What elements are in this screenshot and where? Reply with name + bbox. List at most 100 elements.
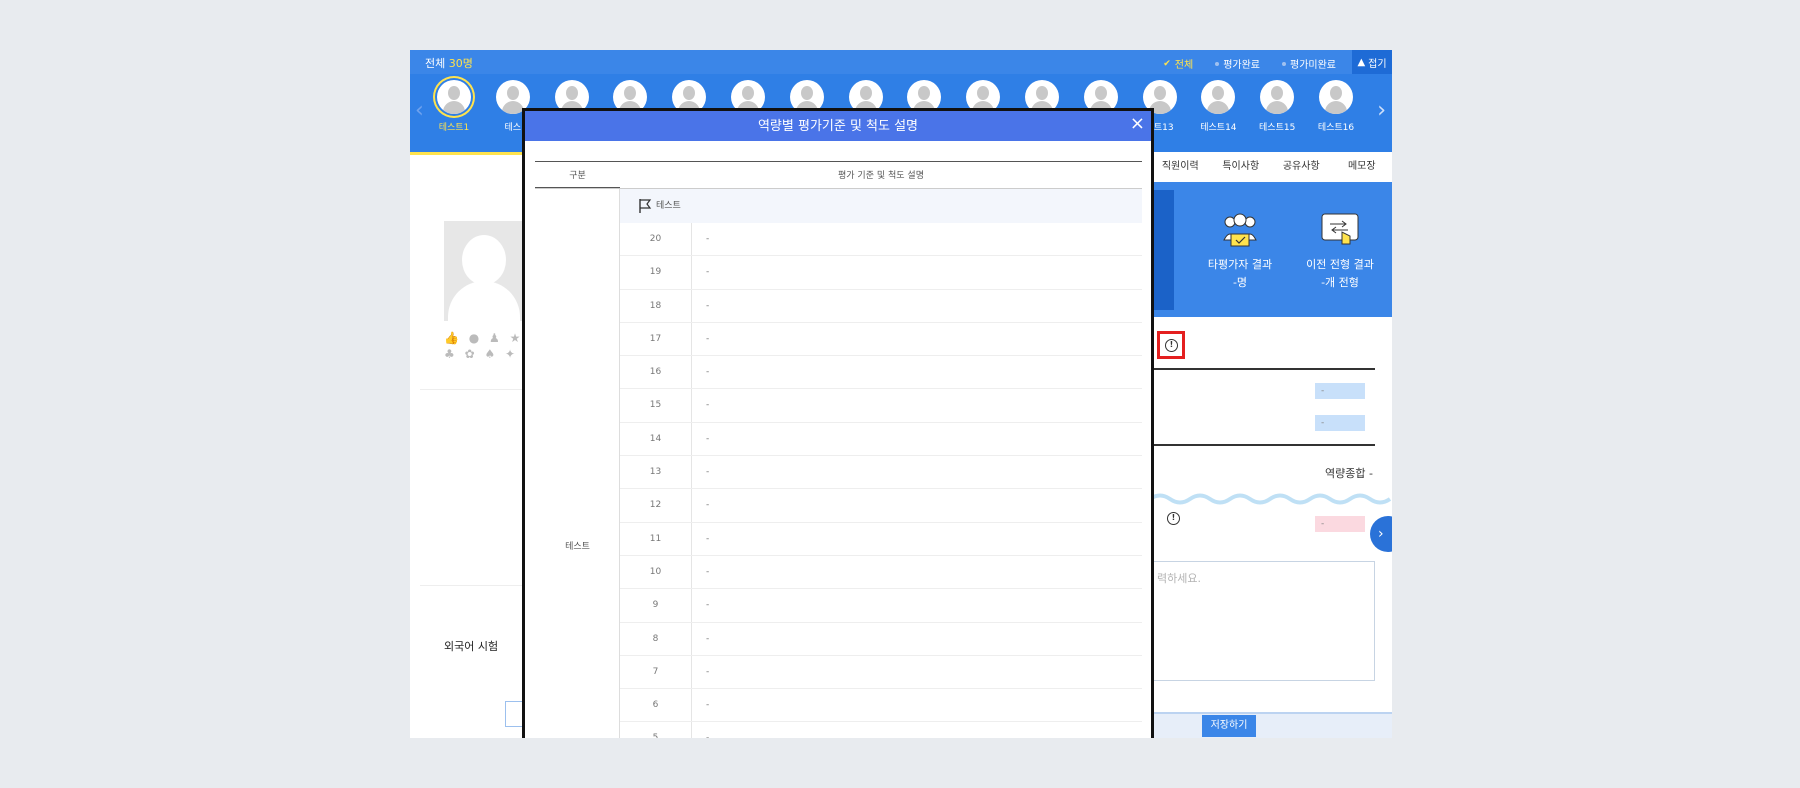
other-evaluator-card[interactable]: 타평가자 결과 -명 <box>1190 210 1290 292</box>
category-label: 테스트 <box>565 542 590 552</box>
score-box: - <box>1315 415 1365 431</box>
table-row: 15 - <box>620 389 1142 423</box>
wave-divider <box>1150 493 1392 505</box>
people-icon <box>1220 210 1260 250</box>
avatar <box>437 80 471 114</box>
column-header-criteria: 평가 기준 및 척도 설명 <box>838 171 924 181</box>
tab-item[interactable]: 직원이력 <box>1150 152 1211 182</box>
score-description: - <box>692 722 1142 738</box>
comment-textarea[interactable]: 력하세요. <box>1150 561 1375 681</box>
carousel-next-icon[interactable]: › <box>1377 98 1386 123</box>
total-count: 전체 30명 <box>425 55 473 71</box>
score-description: - <box>706 600 710 611</box>
next-arrow-button[interactable]: › <box>1370 516 1392 552</box>
score-number: 20 <box>620 223 692 256</box>
top-bar: 전체 30명 ✔ 전체 평가완료 평가미완료 ▲ 접기 <box>410 50 1392 74</box>
avatar <box>1260 80 1295 114</box>
score-box: - <box>1315 383 1365 399</box>
table-row: 10 - <box>620 555 1142 590</box>
candidate-avatar[interactable]: 테스트16 <box>1307 80 1365 133</box>
score-description: - <box>706 566 710 577</box>
tab-item[interactable]: 메모장 <box>1332 152 1393 182</box>
score-description: - <box>706 633 710 644</box>
table-row: 12 - <box>620 489 1142 523</box>
score-number: 18 <box>620 289 692 322</box>
score-number: 14 <box>620 422 692 456</box>
avatar-head <box>977 86 990 100</box>
score-rows: 20-19-18-17-16-15-14-13-12-11-10-9-8-7-6… <box>620 223 1142 738</box>
candidate-avatar[interactable]: 테스트15 <box>1248 80 1306 133</box>
score-box: - <box>1315 516 1365 532</box>
score-description: - <box>706 267 710 278</box>
score-number: 7 <box>620 655 692 689</box>
divider <box>420 389 530 390</box>
fold-label: 접기 <box>1368 58 1387 70</box>
score-number: 15 <box>620 389 692 422</box>
score-number: 5 <box>620 722 692 738</box>
table-header: 구분 평가 기준 및 척도 설명 <box>535 161 1142 189</box>
avatar-head <box>1036 86 1048 100</box>
info-highlight[interactable]: ! <box>1157 331 1185 359</box>
avatar-head <box>800 86 813 100</box>
dot-icon <box>1215 61 1220 66</box>
filter-incomplete[interactable]: 평가미완료 <box>1282 56 1336 71</box>
info-icon[interactable]: ! <box>1167 512 1180 525</box>
score-number: 8 <box>620 622 692 655</box>
column-header-category: 구분 <box>535 162 620 188</box>
modal-header: 역량별 평가기준 및 척도 설명 × <box>525 111 1151 141</box>
total-count-value: 30명 <box>448 57 473 70</box>
status-filters: ✔ 전체 평가완료 평가미완료 <box>1163 56 1336 72</box>
total-label: 전체 <box>425 57 446 70</box>
badge-row: 👍 ● ♟ ★ <box>444 331 524 345</box>
filter-all-label: 전체 <box>1174 60 1194 71</box>
check-icon: ✔ <box>1163 58 1171 69</box>
tab-item[interactable]: 공유사항 <box>1271 152 1332 182</box>
competency-total: 역량종합 - <box>1325 465 1373 481</box>
table-row: 6- <box>620 689 1142 723</box>
candidate-avatar[interactable]: 테스트1 <box>425 80 483 133</box>
carousel-prev-icon[interactable]: ‹ <box>415 98 424 123</box>
textarea-placeholder: 력하세요. <box>1157 572 1201 585</box>
card-title: 타평가자 결과 <box>1207 258 1273 271</box>
fold-button[interactable]: ▲ 접기 <box>1352 50 1392 74</box>
divider <box>420 585 530 586</box>
info-icon: ! <box>1165 339 1178 352</box>
score-description: - <box>706 666 710 677</box>
avatar-head <box>683 86 696 100</box>
footer-bar <box>1150 712 1392 738</box>
candidate-name: 테스트1 <box>438 123 470 133</box>
evaluation-app: 전체 30명 ✔ 전체 평가완료 평가미완료 ▲ 접기 ‹ › 테스트1 테스 스트1… <box>410 50 1392 738</box>
tab-item[interactable]: 특이사항 <box>1211 152 1272 182</box>
transfer-icon <box>1320 210 1360 250</box>
candidate-avatar[interactable]: 테스트14 <box>1189 80 1247 133</box>
avatar-body <box>443 101 465 114</box>
caret-up-icon: ▲ <box>1357 56 1366 68</box>
profile-photo <box>444 221 524 321</box>
category-cell: 테스트 <box>535 189 620 738</box>
score-number: 13 <box>620 456 692 489</box>
candidate-name: 테스트16 <box>1317 123 1355 133</box>
table-row: 7- <box>620 655 1142 690</box>
score-description: - <box>706 533 710 544</box>
avatar-head <box>565 86 578 100</box>
score-number: 17 <box>620 322 692 356</box>
sum-value: - <box>1368 467 1373 480</box>
avatar <box>1319 80 1353 114</box>
filter-all[interactable]: ✔ 전체 <box>1163 56 1194 72</box>
score-description: - <box>706 467 710 478</box>
table-row: 16 - <box>620 356 1142 390</box>
badge-icons: 👍 ● ♟ ★ ♣ ✿ ♠ ✦ <box>444 330 524 362</box>
dot-icon <box>1282 61 1286 66</box>
avatar-head <box>1271 86 1284 100</box>
score-number: 9 <box>620 589 692 622</box>
card-sub: -명 <box>1232 276 1248 289</box>
avatar-head <box>1212 86 1225 100</box>
previous-stage-card[interactable]: 이전 전형 결과 -개 전형 <box>1290 210 1390 292</box>
table-row: 17 - <box>620 322 1142 357</box>
close-icon[interactable]: × <box>1130 114 1145 134</box>
filter-completed[interactable]: 평가완료 <box>1215 56 1260 71</box>
avatar-body <box>1266 101 1289 114</box>
table-row: 20 - <box>620 223 1142 257</box>
save-button[interactable]: 저장하기 <box>1202 715 1256 737</box>
filter-incomplete-label: 평가미완료 <box>1290 60 1336 71</box>
